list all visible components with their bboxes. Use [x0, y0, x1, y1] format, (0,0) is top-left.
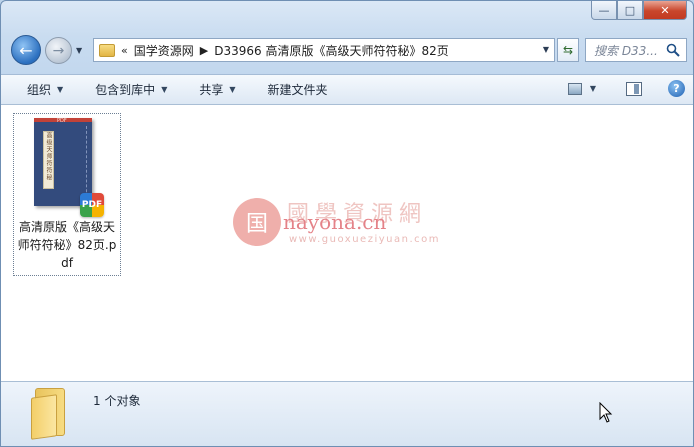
cover-title: 高级天师符符秘 [43, 131, 54, 189]
minimize-button[interactable]: — [591, 1, 617, 20]
arrow-left-icon: ← [19, 40, 33, 60]
book-stitch [86, 126, 88, 202]
share-button[interactable]: 共享 ▼ [179, 81, 247, 98]
breadcrumb-overflow[interactable]: « [121, 44, 128, 57]
preview-pane-icon[interactable] [626, 81, 642, 96]
item-count: 1 个对象 [93, 394, 141, 408]
include-in-library-button[interactable]: 包含到库中 ▼ [75, 81, 179, 98]
folder-icon [99, 43, 115, 57]
mouse-cursor-icon [599, 402, 613, 423]
chevron-down-icon: ▼ [229, 85, 236, 94]
details-pane: 1 个对象 [1, 381, 693, 446]
watermark-url: www.guoxueziyuan.com [289, 234, 440, 245]
pdf-icon: PDF [80, 193, 104, 217]
breadcrumb-item-current[interactable]: D33966 高清原版《高级天师符符秘》82页 [214, 42, 449, 59]
new-folder-button[interactable]: 新建文件夹 [248, 81, 340, 98]
watermark-seal: 国 [233, 198, 281, 246]
chevron-down-icon[interactable]: ▼ [590, 84, 596, 93]
help-icon[interactable]: ? [668, 80, 685, 97]
caption-buttons: — □ ✕ [591, 1, 687, 20]
address-bar[interactable]: « 国学资源网 ▶ D33966 高清原版《高级天师符符秘》82页 ▼ [93, 38, 555, 62]
new-folder-label: 新建文件夹 [267, 83, 328, 97]
file-name[interactable]: 高清原版《高级天师符符秘》82页.pdf [14, 218, 120, 272]
watermark-domain: nayona.cn [283, 210, 387, 234]
maximize-button[interactable]: □ [617, 1, 643, 20]
explorer-window: — □ ✕ ← → ▼ « 国学资源网 ▶ D33966 高清原版《高级天师符符… [0, 0, 694, 447]
chevron-down-icon: ▼ [57, 85, 64, 94]
search-input[interactable]: 搜索 D33... [585, 38, 687, 62]
watermark: 国 國學資源網 nayona.cn www.guoxueziyuan.com [233, 196, 473, 256]
organize-button[interactable]: 组织 ▼ [1, 81, 75, 98]
breadcrumb-item[interactable]: 国学资源网 [134, 42, 194, 59]
refresh-button[interactable]: ⇆ [557, 38, 579, 62]
navigation-row: ← → ▼ « 国学资源网 ▶ D33966 高清原版《高级天师符符秘》82页 … [9, 35, 687, 67]
forward-button[interactable]: → [45, 37, 72, 64]
command-bar: 组织 ▼ 包含到库中 ▼ 共享 ▼ 新建文件夹 ▼ ? [1, 74, 693, 105]
address-dropdown[interactable]: ▼ [543, 45, 549, 54]
file-item-pdf[interactable]: PDF 高级天师符符秘 PDF 高清原版《高级天师符符秘》82页.pdf [13, 113, 121, 276]
arrow-right-icon: → [52, 42, 65, 59]
pdf-thumbnail: PDF 高级天师符符秘 PDF [34, 118, 104, 217]
folder-icon [31, 388, 69, 440]
chevron-down-icon: ▼ [542, 45, 549, 54]
include-in-library-label: 包含到库中 [95, 83, 156, 97]
search-icon[interactable] [666, 43, 680, 57]
refresh-icon: ⇆ [562, 43, 574, 57]
search-placeholder: 搜索 D33... [594, 43, 658, 58]
view-icon[interactable] [567, 82, 582, 95]
view-controls: ▼ ? [567, 80, 685, 97]
close-button[interactable]: ✕ [643, 1, 687, 20]
organize-label: 组织 [27, 83, 52, 97]
share-label: 共享 [199, 83, 224, 97]
chevron-down-icon: ▼ [161, 85, 168, 94]
breadcrumb-separator[interactable]: ▶ [200, 44, 208, 57]
chevron-down-icon: ▼ [76, 46, 83, 55]
cover-tag: PDF [57, 118, 67, 124]
back-button[interactable]: ← [11, 35, 41, 65]
file-list[interactable]: PDF 高级天师符符秘 PDF 高清原版《高级天师符符秘》82页.pdf 国 國… [1, 105, 693, 381]
recent-pages-dropdown[interactable]: ▼ [76, 46, 82, 55]
